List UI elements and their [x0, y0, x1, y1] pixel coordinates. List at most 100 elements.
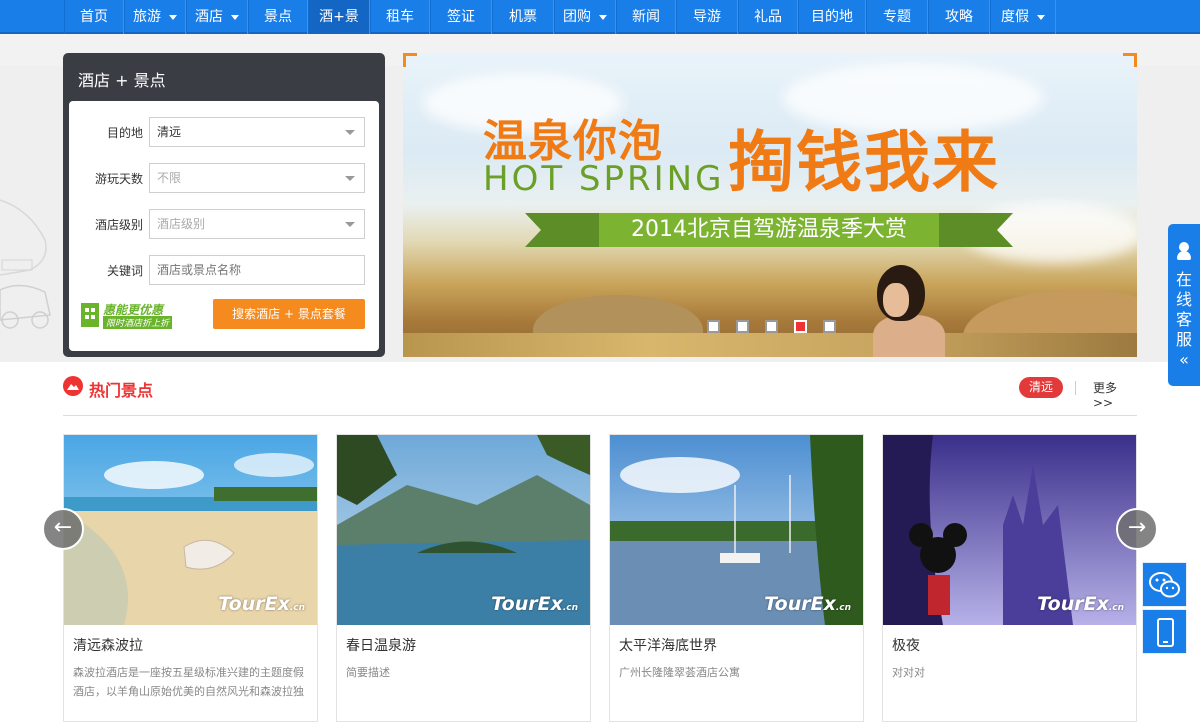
nav-item-label: 旅游: [133, 9, 161, 25]
caret-down-icon: [169, 14, 177, 20]
nav-item[interactable]: 旅游: [124, 0, 186, 34]
nav-item[interactable]: 导游: [676, 0, 738, 34]
destination-select[interactable]: 清远: [149, 117, 365, 147]
attraction-desc: 简要描述: [346, 666, 390, 679]
hot-spring-water: [403, 333, 1137, 357]
nav-item-label: 酒店: [195, 9, 223, 25]
hot-spots-title: 热门景点: [89, 381, 154, 400]
tourex-watermark: TourEx.cn: [491, 593, 578, 615]
caret-down-icon: [1037, 14, 1045, 20]
level-row: 酒店级别 酒店级别: [69, 209, 379, 239]
keyword-label: 关键词: [106, 264, 143, 278]
slide-dot[interactable]: [707, 320, 720, 333]
slide-dot[interactable]: [794, 320, 807, 333]
arrow-left-icon: ←: [53, 515, 73, 540]
hero-banner[interactable]: 温泉你泡 掏钱我来 HOT SPRING 2014北京自驾游温泉季大赏: [403, 53, 1137, 357]
banner-title-right: 掏钱我来: [728, 124, 1000, 201]
nav-item[interactable]: 租车: [370, 0, 430, 34]
attraction-name: 太平洋海底世界: [619, 638, 717, 654]
nav-item-label: 度假: [1001, 9, 1029, 25]
nav-item[interactable]: 攻略: [928, 0, 990, 34]
slide-dot[interactable]: [736, 320, 749, 333]
nav-item-label: 新闻: [632, 9, 660, 25]
panel-title: 酒店 + 景点: [78, 71, 166, 90]
caret-down-icon: [599, 14, 607, 20]
level-value: 酒店级别: [157, 217, 206, 231]
promo-badge[interactable]: 惠能更优惠 限时酒店折上折: [81, 301, 189, 329]
mobile-phone-icon: [1157, 618, 1174, 647]
nav-item[interactable]: 度假: [990, 0, 1056, 34]
days-value: 不限: [157, 171, 182, 185]
days-select[interactable]: 不限: [149, 163, 365, 193]
nav-item-label: 租车: [386, 9, 414, 25]
caret-down-icon: [231, 14, 239, 20]
nav-item-label: 首页: [80, 9, 108, 25]
attraction-card[interactable]: TourEx.cn 清远森波拉 森波拉酒店是一座按五星级标准兴建的主题度假酒店，…: [63, 434, 318, 722]
nav-item[interactable]: 新闻: [616, 0, 676, 34]
bather-face: [883, 283, 909, 317]
car-sketch-decoration: [0, 199, 51, 329]
nav-item[interactable]: 专题: [866, 0, 928, 34]
attraction-desc: 对对对: [892, 666, 925, 679]
days-row: 游玩天数 不限: [69, 163, 379, 193]
level-select[interactable]: 酒店级别: [149, 209, 365, 239]
tourex-watermark: TourEx.cn: [218, 593, 305, 615]
mobile-button[interactable]: [1142, 609, 1187, 654]
nav-item[interactable]: 团购: [554, 0, 616, 34]
days-label: 游玩天数: [94, 172, 143, 186]
nav-item[interactable]: 首页: [64, 0, 124, 34]
nav-item-label: 目的地: [811, 9, 853, 25]
nav-item-label: 酒+景: [319, 9, 359, 25]
wechat-button[interactable]: [1142, 562, 1187, 607]
nav-item[interactable]: 目的地: [798, 0, 866, 34]
chevron-down-icon: [345, 130, 355, 135]
slide-dot[interactable]: [765, 320, 778, 333]
attraction-card[interactable]: TourEx.cn 春日温泉游 简要描述: [336, 434, 591, 722]
nav-item-label: 机票: [509, 9, 537, 25]
ribbon-text: 2014北京自驾游温泉季大赏: [599, 213, 939, 247]
arrow-right-icon: →: [1127, 515, 1147, 540]
mountain-icon: [63, 376, 83, 396]
nav-item-label: 礼品: [754, 9, 782, 25]
attraction-card[interactable]: TourEx.cn 极夜 对对对: [882, 434, 1137, 722]
level-label: 酒店级别: [94, 218, 143, 232]
city-filter-pill[interactable]: 清远: [1019, 377, 1063, 398]
carousel-next-button[interactable]: →: [1116, 508, 1158, 550]
destination-value: 清远: [157, 125, 182, 139]
corner-mark: [1123, 53, 1137, 67]
nav-item[interactable]: 礼品: [738, 0, 798, 34]
nav-item-label: 团购: [563, 9, 591, 25]
slide-indicators: [707, 320, 852, 333]
attraction-name: 清远森波拉: [73, 638, 143, 654]
online-service-label: 在线客服: [1175, 270, 1192, 349]
bather-figure: [873, 315, 945, 357]
search-package-button[interactable]: 搜索酒店 + 景点套餐: [213, 299, 365, 329]
nav-item[interactable]: 景点: [248, 0, 308, 34]
corner-mark: [403, 53, 417, 67]
nav-item[interactable]: 酒店: [186, 0, 248, 34]
banner-ribbon: 2014北京自驾游温泉季大赏: [525, 213, 1013, 247]
nav-item-label: 景点: [264, 9, 292, 25]
destination-row: 目的地 清远: [69, 117, 379, 147]
attraction-name: 极夜: [892, 638, 920, 654]
banner-subtitle-en: HOT SPRING: [483, 159, 725, 199]
promo-line2: 限时酒店折上折: [103, 316, 173, 329]
chevron-down-icon: [345, 176, 355, 181]
person-icon: [1177, 242, 1191, 260]
more-link[interactable]: 更多>>: [1093, 379, 1137, 410]
double-chevron-left-icon: «: [1179, 350, 1189, 369]
nav-item[interactable]: 酒+景: [308, 0, 370, 34]
tourex-watermark: TourEx.cn: [1037, 593, 1124, 615]
attraction-name: 春日温泉游: [346, 638, 416, 654]
nav-item[interactable]: 机票: [492, 0, 554, 34]
keyword-input[interactable]: [149, 255, 365, 285]
online-service-tab[interactable]: 在线客服 «: [1168, 224, 1200, 386]
nav-item[interactable]: 签证: [430, 0, 492, 34]
nav-item-label: 攻略: [945, 9, 973, 25]
carousel-prev-button[interactable]: ←: [42, 508, 84, 550]
attraction-card[interactable]: TourEx.cn 太平洋海底世界 广州长隆隆翠荟酒店公寓: [609, 434, 864, 722]
tourex-watermark: TourEx.cn: [764, 593, 851, 615]
slide-dot[interactable]: [823, 320, 836, 333]
attraction-photo-beach: TourEx.cn: [64, 435, 317, 625]
building-icon: [81, 303, 99, 327]
